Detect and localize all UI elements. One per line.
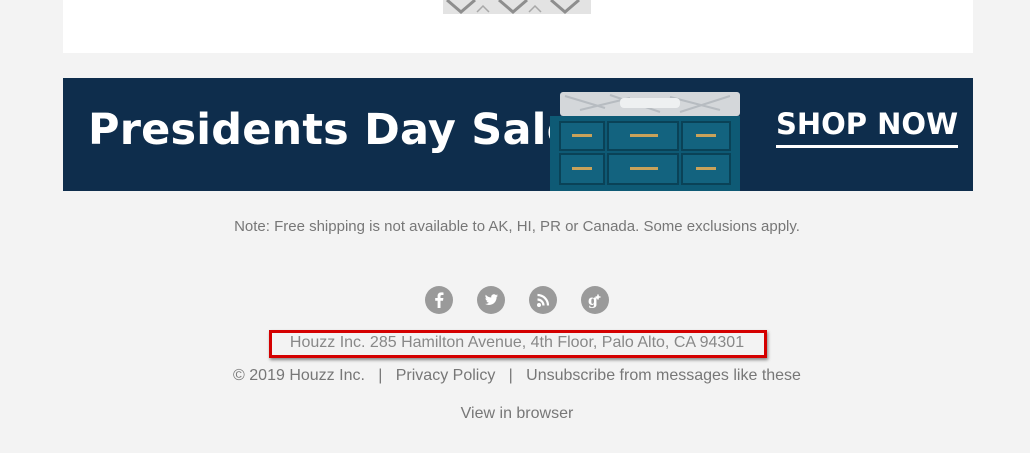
vanity-image	[550, 92, 740, 191]
rss-icon[interactable]	[529, 286, 557, 314]
social-icons: g	[425, 286, 615, 314]
svg-text:g: g	[588, 293, 598, 309]
promo-banner[interactable]: Presidents Day Sale SHOP NOW	[63, 78, 973, 191]
google-plus-icon[interactable]: g	[581, 286, 609, 314]
twitter-icon[interactable]	[477, 286, 505, 314]
privacy-policy-link[interactable]: Privacy Policy	[396, 367, 496, 384]
facebook-icon[interactable]	[425, 286, 453, 314]
company-address: Houzz Inc. 285 Hamilton Avenue, 4th Floo…	[289, 334, 745, 351]
banner-title: Presidents Day Sale	[88, 105, 576, 155]
copyright-text: © 2019 Houzz Inc.	[233, 367, 365, 384]
shop-now-button[interactable]: SHOP NOW	[776, 108, 959, 148]
unsubscribe-link[interactable]: Unsubscribe from messages like these	[526, 367, 801, 384]
shipping-note: Note: Free shipping is not available to …	[234, 218, 800, 235]
decorative-pattern	[443, 0, 591, 14]
view-in-browser-link[interactable]: View in browser	[0, 405, 1030, 423]
footer-links: © 2019 Houzz Inc. | Privacy Policy | Uns…	[0, 367, 1030, 385]
